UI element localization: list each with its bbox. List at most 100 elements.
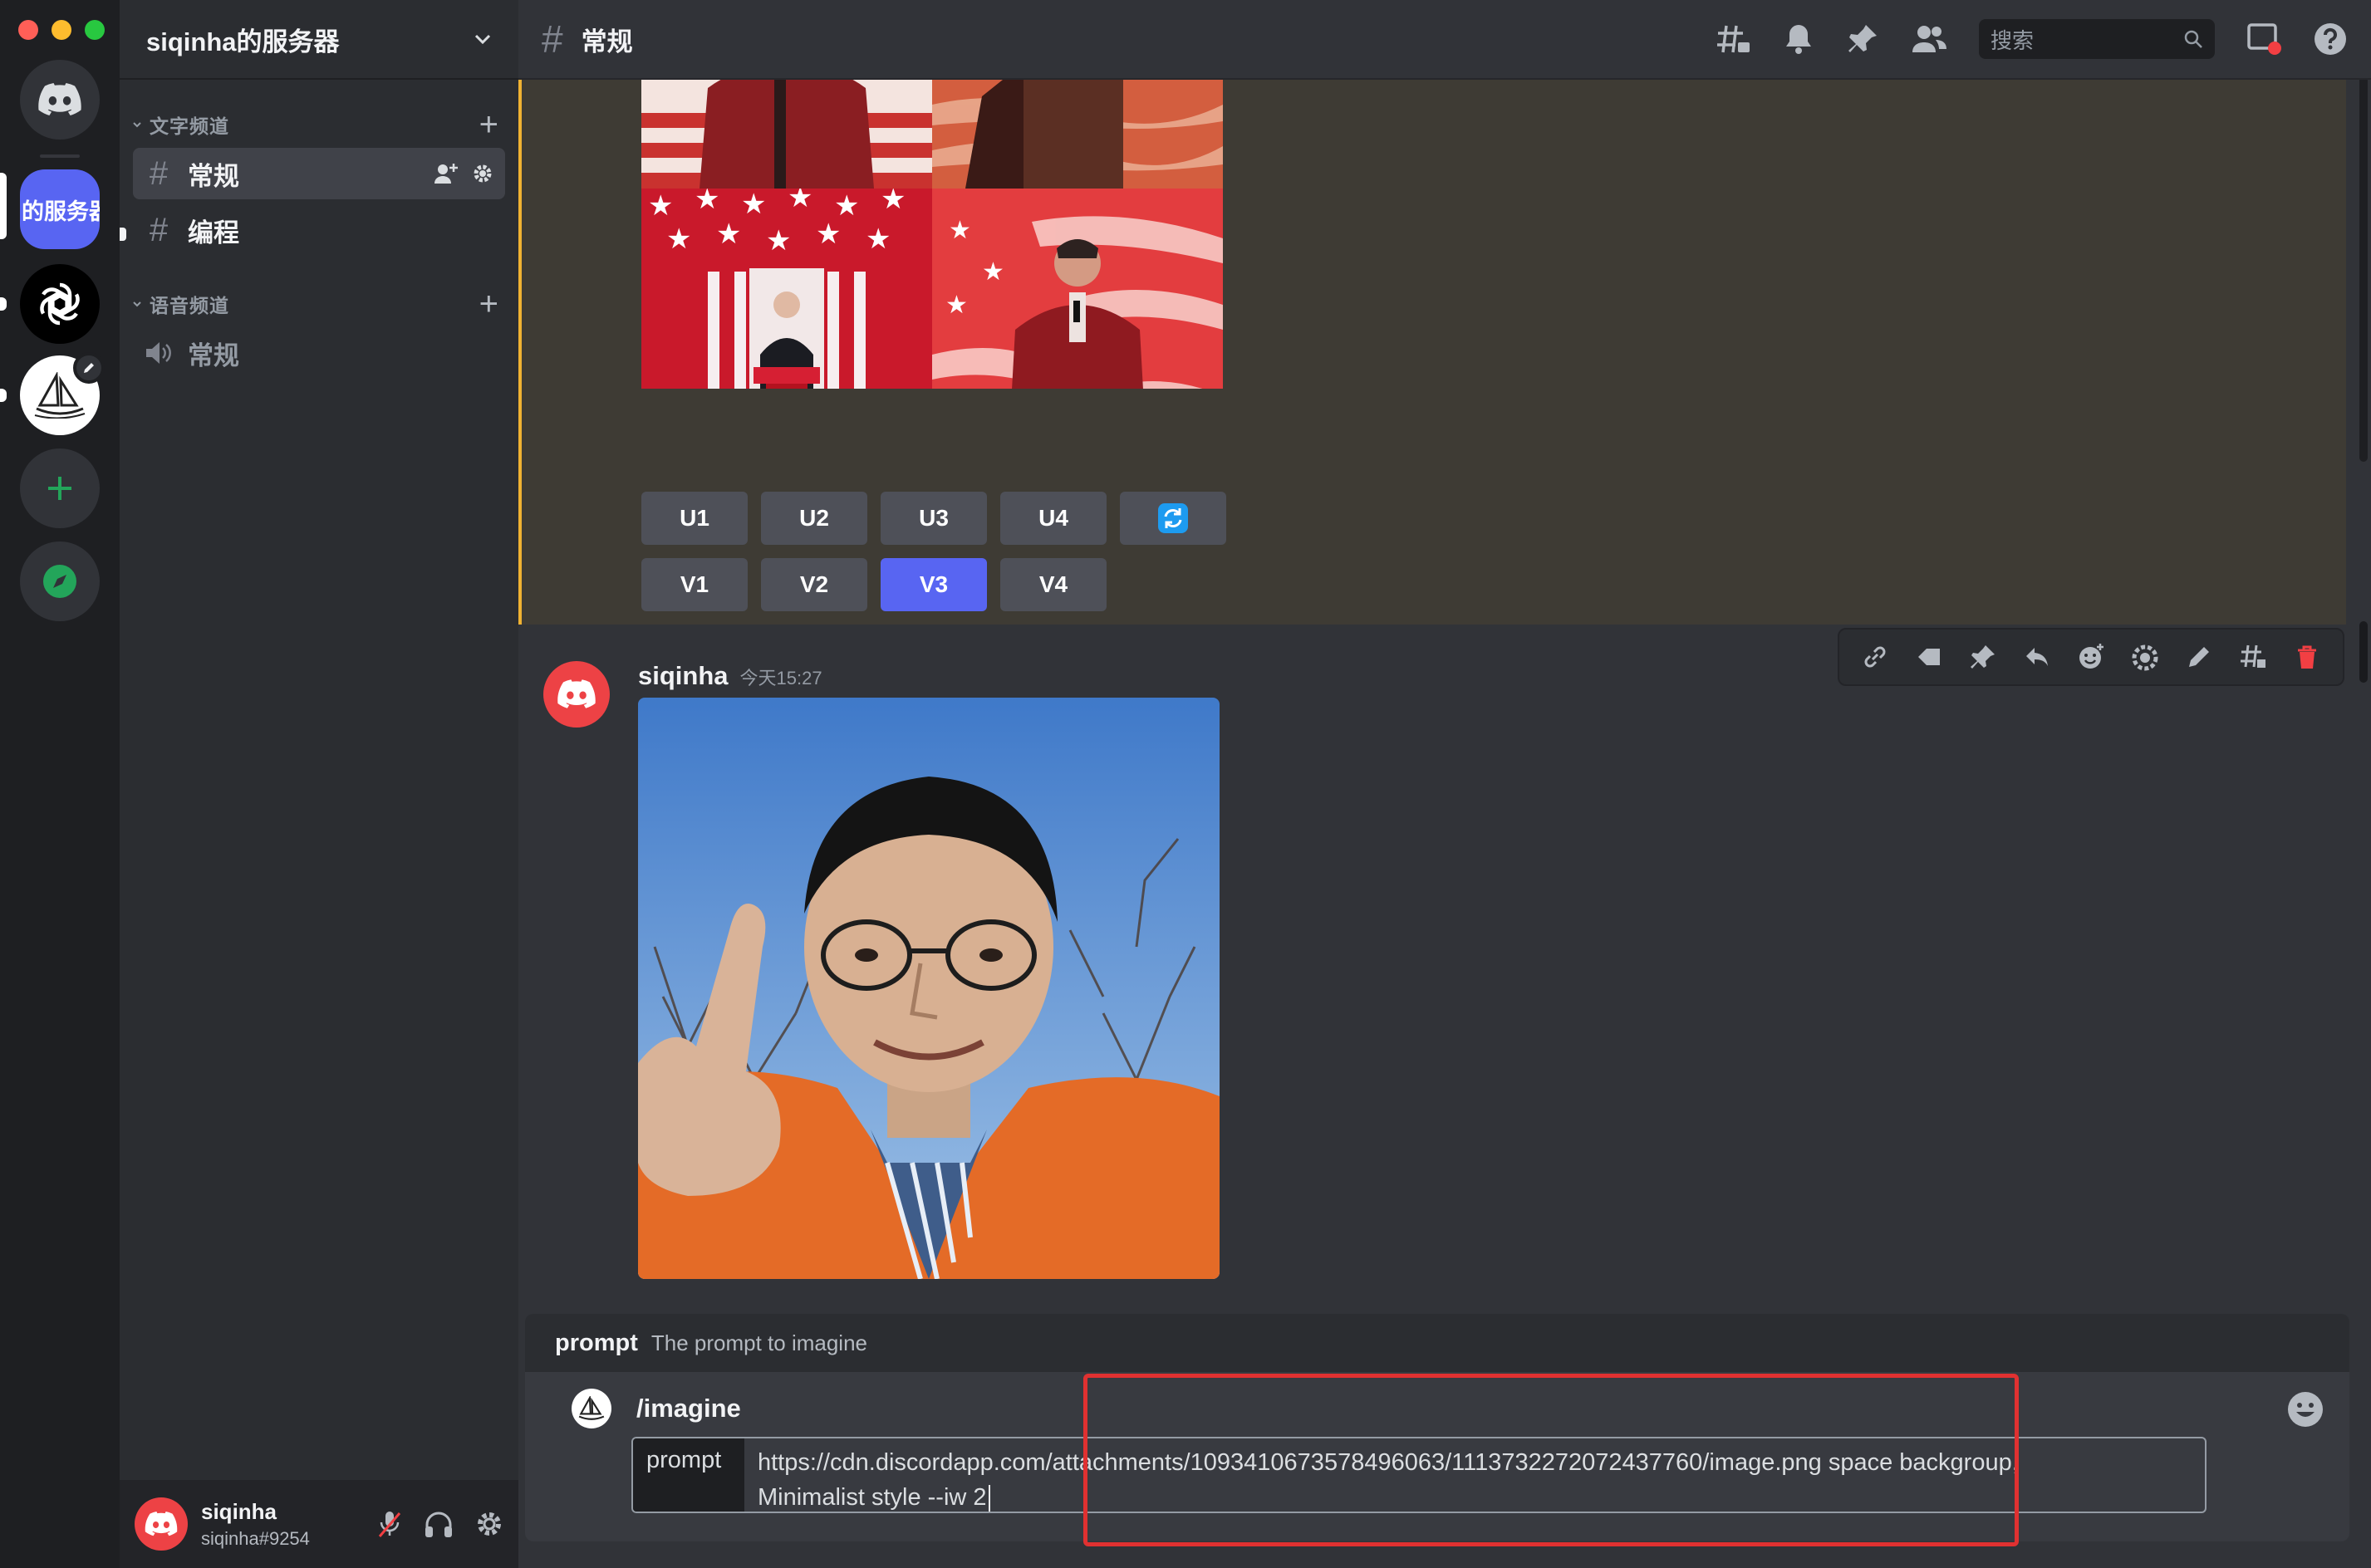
- search-placeholder: 搜索: [1991, 27, 2035, 53]
- link-icon[interactable]: [1861, 643, 1889, 671]
- delete-trash-icon[interactable]: [2293, 643, 2321, 671]
- prompt-text[interactable]: https://cdn.discordapp.com/attachments/1…: [744, 1438, 2205, 1512]
- unread-indicator: [0, 389, 7, 402]
- server-openai[interactable]: [20, 264, 100, 344]
- avatar[interactable]: [543, 661, 610, 728]
- hash-icon: #: [149, 154, 169, 192]
- server-name: siqinha的服务器: [146, 27, 340, 56]
- active-server-indicator: [0, 173, 7, 239]
- channel-sidebar: siqinha的服务器 文字频道 + # 常规 # 编程 语音频道 + 常规 s…: [120, 0, 518, 1568]
- explore-servers-button[interactable]: [20, 541, 100, 621]
- add-reaction-icon[interactable]: [2077, 643, 2105, 671]
- voice-channel-general[interactable]: 常规: [133, 327, 505, 379]
- scrollbar-track[interactable]: [2359, 71, 2368, 462]
- chevron-down-icon: [474, 34, 491, 45]
- svg-text:★: ★: [949, 216, 971, 245]
- reply-icon[interactable]: [2023, 643, 2051, 671]
- reroll-button[interactable]: [1120, 492, 1226, 545]
- create-channel-plus-icon[interactable]: +: [479, 108, 498, 141]
- option-label: prompt: [633, 1438, 744, 1512]
- microphone-muted-icon[interactable]: [377, 1510, 402, 1538]
- user-panel: siqinha siqinha#9254: [120, 1480, 518, 1568]
- bell-icon[interactable]: [1783, 22, 1814, 56]
- server-short-label: 的服务器: [22, 198, 100, 224]
- direct-messages-button[interactable]: [20, 60, 100, 140]
- category-text-channels[interactable]: 文字频道 +: [126, 108, 512, 141]
- grid-image-2: [932, 80, 1223, 189]
- server-midjourney[interactable]: [20, 352, 105, 435]
- scrollbar-thumb[interactable]: [2359, 621, 2368, 683]
- user-settings-gear-icon[interactable]: [475, 1510, 503, 1538]
- invite-member-icon[interactable]: [434, 162, 459, 185]
- server-header[interactable]: siqinha的服务器: [120, 0, 518, 80]
- svg-text:★: ★: [866, 223, 891, 256]
- help-icon[interactable]: [2313, 22, 2348, 56]
- generated-image-grid[interactable]: ★ ★ ★ ★ ★ ★ ★ ★ ★ ★ ★ ★ ★ ★: [641, 80, 1223, 480]
- v2-button[interactable]: V2: [761, 558, 867, 611]
- channel-label: 常规: [188, 161, 239, 191]
- headphones-icon[interactable]: [424, 1510, 454, 1538]
- message-timestamp: 今天15:27: [739, 668, 822, 688]
- prompt-line-2: Minimalist style --iw 2: [758, 1484, 987, 1511]
- message-author[interactable]: siqinha: [638, 661, 729, 691]
- v1-button[interactable]: V1: [641, 558, 748, 611]
- channel-label: 编程: [188, 218, 239, 247]
- server-rail: 的服务器: [0, 0, 120, 1568]
- grid-image-3: ★ ★ ★ ★ ★ ★ ★ ★ ★ ★ ★: [641, 189, 932, 389]
- message-header: siqinha 今天15:27: [638, 661, 822, 691]
- svg-text:★: ★: [741, 189, 766, 221]
- chevron-down-icon: [133, 301, 141, 307]
- member-list-icon[interactable]: [1911, 24, 1947, 54]
- category-voice-channels[interactable]: 语音频道 +: [126, 287, 512, 321]
- window-zoom-button[interactable]: [85, 20, 105, 40]
- window-minimize-button[interactable]: [52, 20, 71, 40]
- create-thread-icon[interactable]: [2239, 643, 2267, 671]
- message-composer: /imagine prompt https://cdn.discordapp.c…: [525, 1372, 2349, 1541]
- boost-badge-icon: [73, 352, 105, 384]
- svg-text:★: ★: [716, 218, 741, 251]
- pin-icon[interactable]: [1846, 22, 1879, 56]
- inbox-icon[interactable]: [2246, 22, 2281, 56]
- search-icon: [2184, 30, 2202, 48]
- window-close-button[interactable]: [18, 20, 38, 40]
- hash-icon: #: [542, 17, 563, 61]
- u3-button[interactable]: U3: [881, 492, 987, 545]
- category-label: 文字频道: [150, 115, 229, 137]
- emoji-button[interactable]: [2286, 1390, 2324, 1433]
- u1-button[interactable]: U1: [641, 492, 748, 545]
- discord-logo-icon: [557, 679, 596, 708]
- gear-icon[interactable]: [472, 163, 493, 184]
- channel-general[interactable]: # 常规: [133, 148, 505, 199]
- tag-icon[interactable]: [1915, 643, 1943, 671]
- attached-photo[interactable]: [638, 698, 1220, 1279]
- discord-logo-icon: [145, 1512, 178, 1536]
- channel-label: 常规: [188, 341, 239, 370]
- option-description: The prompt to imagine: [650, 1330, 868, 1355]
- pin-icon[interactable]: [1969, 643, 1997, 671]
- grid-image-1: [641, 80, 932, 189]
- u2-button[interactable]: U2: [761, 492, 867, 545]
- v3-button[interactable]: V3: [881, 558, 987, 611]
- v4-button[interactable]: V4: [1000, 558, 1107, 611]
- prompt-option-input[interactable]: prompt https://cdn.discordapp.com/attach…: [631, 1437, 2207, 1513]
- unread-indicator: [0, 297, 7, 311]
- channel-programming[interactable]: # 编程: [133, 204, 505, 256]
- add-server-button[interactable]: [20, 448, 100, 528]
- refresh-icon: [1158, 503, 1188, 533]
- rail-separator: [40, 154, 80, 158]
- server-siqinha[interactable]: 的服务器: [20, 169, 100, 249]
- app-reaction-icon[interactable]: [2131, 643, 2159, 671]
- u4-button[interactable]: U4: [1000, 492, 1107, 545]
- threads-icon[interactable]: [1715, 22, 1751, 56]
- user-tag: siqinha#9254: [201, 1527, 310, 1549]
- prompt-line-1: https://cdn.discordapp.com/attachments/1…: [758, 1449, 2019, 1476]
- upscale-button-row: U1 U2 U3 U4: [641, 492, 1226, 545]
- edit-pencil-icon[interactable]: [2185, 643, 2213, 671]
- avatar[interactable]: [135, 1497, 188, 1551]
- compass-icon: [43, 565, 76, 598]
- username: siqinha: [201, 1498, 277, 1524]
- create-channel-plus-icon[interactable]: +: [479, 287, 498, 321]
- svg-text:★: ★: [648, 189, 673, 223]
- search-input[interactable]: 搜索: [1979, 19, 2215, 59]
- svg-text:★: ★: [695, 189, 719, 216]
